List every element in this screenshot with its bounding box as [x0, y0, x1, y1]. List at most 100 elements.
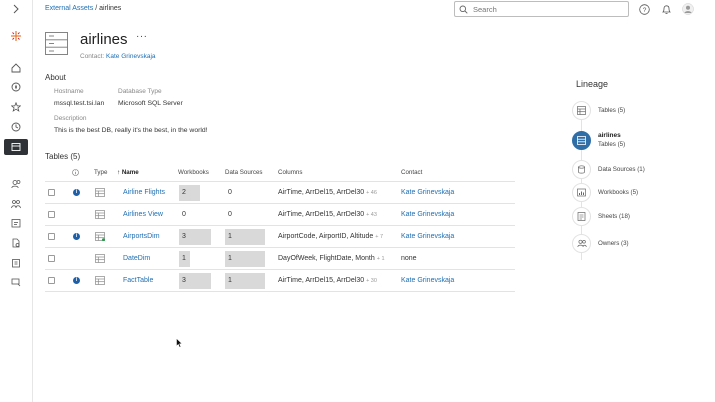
- expand-nav-icon[interactable]: [10, 3, 22, 15]
- info-icon[interactable]: i: [73, 233, 80, 240]
- data-sources-count: 1: [228, 277, 232, 284]
- row-contact: none: [401, 255, 417, 262]
- lineage-item-sheets[interactable]: Sheets (18): [572, 207, 702, 227]
- column-header-type[interactable]: Type: [94, 169, 107, 176]
- column-header-columns[interactable]: Columns: [278, 169, 302, 176]
- table-row[interactable]: i FactTable 3 1 AirTime, ArrDel15, ArrDel30 …: [45, 270, 515, 291]
- help-icon[interactable]: ?: [638, 3, 650, 15]
- more-actions-button[interactable]: ···: [136, 31, 148, 42]
- row-checkbox[interactable]: [48, 211, 55, 218]
- data-sources-count: 1: [228, 255, 232, 262]
- table-name-link[interactable]: Airline Flights: [123, 189, 165, 196]
- lineage-current-name: airlines: [598, 132, 621, 139]
- lineage-item-current-database[interactable]: airlines Tables (5): [572, 131, 702, 151]
- table-name-link[interactable]: FactTable: [123, 277, 153, 284]
- sheet-icon: [572, 207, 591, 226]
- data-sources-count: 0: [228, 211, 232, 218]
- database-icon: [572, 131, 591, 150]
- lineage-item-tables[interactable]: Tables (5): [572, 101, 702, 121]
- row-checkbox[interactable]: [48, 233, 55, 240]
- page-title: airlines: [80, 31, 128, 48]
- table-row[interactable]: i AirportsDim 3 1 AirportCode, AirportID, Al…: [45, 226, 515, 247]
- recents-icon[interactable]: [10, 121, 22, 133]
- search-box[interactable]: [454, 1, 629, 17]
- workbooks-count: 2: [182, 189, 186, 196]
- columns-list: AirTime, ArrDel15, ArrDel30 + 30: [278, 277, 377, 284]
- columns-text: AirTime, ArrDel15, ArrDel30: [278, 277, 365, 284]
- top-bar: External Assets / airlines ?: [33, 0, 715, 20]
- mouse-cursor-icon: [176, 337, 183, 350]
- database-icon: [45, 32, 68, 57]
- left-nav-rail: [0, 0, 33, 402]
- lineage-current-sub: Tables (5): [598, 141, 626, 148]
- column-header-data-sources[interactable]: Data Sources: [225, 169, 263, 176]
- row-checkbox[interactable]: [48, 255, 55, 262]
- lineage-item-label: Tables (5): [598, 107, 626, 114]
- data-sources-count: 1: [228, 233, 232, 240]
- columns-more-count[interactable]: + 30: [366, 278, 377, 284]
- row-contact[interactable]: Kate Grinevskaja: [401, 189, 454, 196]
- column-header-contact[interactable]: Contact: [401, 169, 422, 176]
- tables-icon: [572, 101, 591, 120]
- columns-text: AirTime, ArrDel15, ArrDel30: [278, 189, 365, 196]
- table-name-link[interactable]: DateDim: [123, 255, 150, 262]
- workbooks-count: 1: [182, 255, 186, 262]
- jobs-icon[interactable]: [10, 257, 22, 269]
- tableau-logo-icon[interactable]: [10, 30, 22, 42]
- tasks-icon[interactable]: [10, 237, 22, 249]
- column-header-name[interactable]: ↑ Name: [117, 169, 139, 176]
- table-row[interactable]: i Airline Flights 2 0 AirTime, ArrDel15, Arr…: [45, 182, 515, 203]
- info-icon[interactable]: i: [73, 189, 80, 196]
- contact-link[interactable]: Kate Grinevskaja: [106, 53, 156, 60]
- info-icon[interactable]: i: [73, 277, 80, 284]
- row-divider: [45, 291, 515, 292]
- row-checkbox[interactable]: [48, 189, 55, 196]
- columns-list: AirTime, ArrDel15, ArrDel30 + 46: [278, 189, 377, 196]
- favorites-icon[interactable]: [10, 101, 22, 113]
- breadcrumb: External Assets / airlines: [45, 5, 121, 12]
- home-icon[interactable]: [10, 62, 22, 74]
- lineage-item-label: Data Sources (1): [598, 166, 645, 173]
- svg-text:?: ?: [642, 7, 646, 14]
- notifications-bell-icon[interactable]: [660, 3, 672, 15]
- database-type-label: Database Type: [118, 88, 162, 95]
- status-icon[interactable]: [10, 276, 22, 288]
- external-assets-icon[interactable]: [4, 139, 28, 155]
- explore-icon[interactable]: [10, 81, 22, 93]
- row-checkbox[interactable]: [48, 277, 55, 284]
- columns-more-count[interactable]: + 1: [377, 256, 385, 262]
- table-name-link[interactable]: Airlines View: [123, 211, 163, 218]
- lineage-item-data-sources[interactable]: Data Sources (1): [572, 160, 702, 180]
- workbooks-count: 3: [182, 277, 186, 284]
- columns-text: AirportCode, AirportID, Altitude: [278, 233, 374, 240]
- info-column-icon: [72, 169, 79, 178]
- schedules-icon[interactable]: [10, 217, 22, 229]
- lineage-item-workbooks[interactable]: Workbooks (5): [572, 183, 702, 203]
- table-row[interactable]: DateDim 1 1 DayOfWeek, FlightDate, Month + …: [45, 248, 515, 269]
- row-contact[interactable]: Kate Grinevskaja: [401, 211, 454, 218]
- users-icon[interactable]: [10, 178, 22, 190]
- table-row[interactable]: Airlines View 0 0 AirTime, ArrDel15, ArrDel…: [45, 204, 515, 225]
- breadcrumb-external-assets[interactable]: External Assets: [45, 5, 93, 12]
- data-source-icon: [572, 160, 591, 179]
- table-name-link[interactable]: AirportsDim: [123, 233, 160, 240]
- hostname-value: mssql.test.tsi.lan: [54, 100, 105, 107]
- lineage-item-owners[interactable]: Owners (3): [572, 234, 702, 254]
- columns-more-count[interactable]: + 43: [366, 212, 377, 218]
- columns-text: DayOfWeek, FlightDate, Month: [278, 255, 375, 262]
- columns-more-count[interactable]: + 46: [366, 190, 377, 196]
- workbooks-count: 0: [182, 211, 186, 218]
- groups-icon[interactable]: [10, 198, 22, 210]
- columns-more-count[interactable]: + 7: [375, 234, 383, 240]
- about-heading: About: [45, 73, 66, 82]
- columns-list: DayOfWeek, FlightDate, Month + 1: [278, 255, 385, 262]
- user-avatar-icon[interactable]: [682, 3, 694, 15]
- row-contact[interactable]: Kate Grinevskaja: [401, 233, 454, 240]
- table-type-icon: [95, 254, 105, 265]
- column-header-workbooks[interactable]: Workbooks: [178, 169, 209, 176]
- row-contact[interactable]: Kate Grinevskaja: [401, 277, 454, 284]
- search-input[interactable]: [473, 4, 613, 14]
- workbooks-count: 3: [182, 233, 186, 240]
- table-type-icon: [95, 232, 105, 243]
- asset-contact: Contact: Kate Grinevskaja: [80, 53, 156, 60]
